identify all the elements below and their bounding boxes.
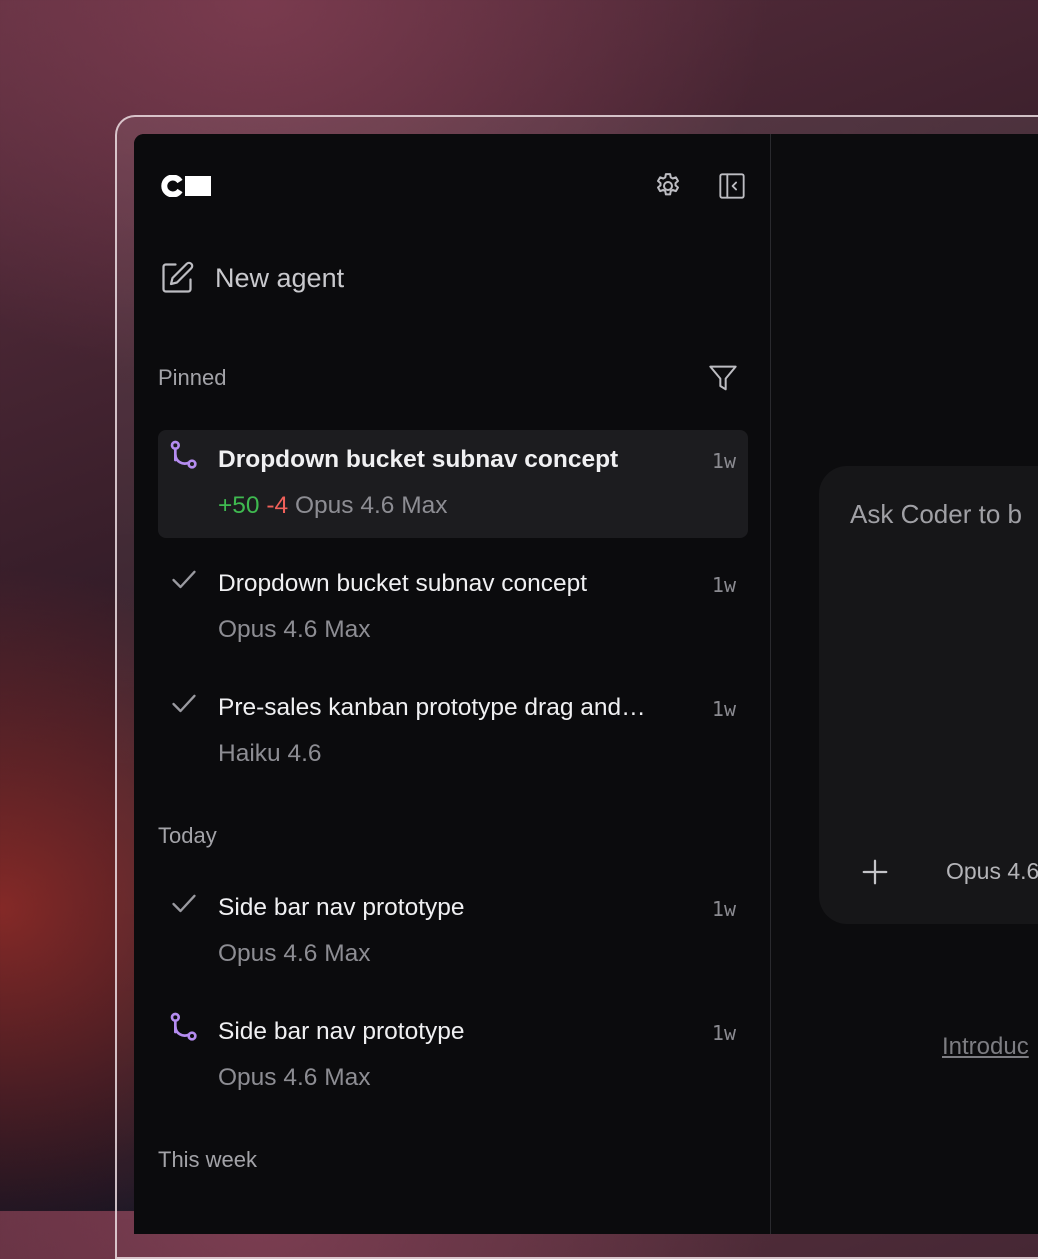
agent-item[interactable]: Side bar nav prototype 1w Opus 4.6 Max	[158, 878, 748, 986]
main-panel: Ask Coder to b Opus 4.6 Introduc	[771, 134, 1038, 1234]
agent-time: 1w	[711, 449, 736, 473]
section-today: Today	[158, 823, 217, 848]
settings-gear-icon[interactable]	[652, 170, 684, 202]
agent-model: Opus 4.6 Max	[218, 940, 371, 967]
app-window: New agent Pinned Dropdown bucket subnav …	[134, 134, 1038, 1234]
agent-item[interactable]: Side bar nav prototype 1w Opus 4.6 Max	[158, 1002, 748, 1110]
agent-item[interactable]: Pre-sales kanban prototype drag and… 1w …	[158, 678, 748, 786]
sidebar: New agent Pinned Dropdown bucket subnav …	[134, 134, 771, 1234]
agent-model: Opus 4.6 Max	[294, 492, 448, 519]
agent-item[interactable]: Dropdown bucket subnav concept 1w Opus 4…	[158, 554, 748, 662]
section-this-week: This week	[158, 1147, 258, 1172]
new-agent-button[interactable]: New agent	[159, 260, 344, 296]
agent-title: Dropdown bucket subnav concept	[218, 446, 619, 473]
agent-title: Dropdown bucket subnav concept	[218, 570, 588, 597]
agent-model: Haiku 4.6	[218, 740, 322, 767]
plus-icon	[862, 859, 888, 885]
agent-title: Pre-sales kanban prototype drag and…	[218, 694, 646, 721]
agent-meta: +50 -4 Opus 4.6 Max	[218, 492, 448, 520]
add-attachment-button[interactable]	[855, 852, 895, 892]
branch-icon	[168, 440, 200, 472]
agent-time: 1w	[711, 697, 736, 721]
agent-model: Opus 4.6 Max	[218, 616, 371, 643]
section-pinned: Pinned	[158, 365, 227, 390]
agent-time: 1w	[711, 573, 736, 597]
prompt-input[interactable]: Ask Coder to b	[850, 499, 1022, 530]
agent-time: 1w	[711, 1021, 736, 1045]
check-icon	[168, 688, 200, 720]
collapse-sidebar-icon[interactable]	[716, 170, 748, 202]
edit-icon	[162, 261, 194, 293]
filter-icon[interactable]	[707, 362, 739, 394]
new-agent-label: New agent	[215, 262, 345, 293]
intro-link[interactable]: Introduc	[942, 1033, 1029, 1061]
agent-item[interactable]: Dropdown bucket subnav concept 1w +50 -4…	[158, 430, 748, 538]
app-logo	[159, 174, 213, 198]
branch-icon	[168, 1012, 200, 1044]
agent-model: Opus 4.6 Max	[218, 1064, 371, 1091]
agent-title: Side bar nav prototype	[218, 894, 465, 921]
check-icon	[168, 888, 200, 920]
deletions-count: -4	[266, 492, 289, 519]
additions-count: +50	[218, 492, 260, 519]
agent-time: 1w	[711, 897, 736, 921]
check-icon	[168, 564, 200, 596]
agent-title: Side bar nav prototype	[218, 1018, 465, 1045]
model-selector[interactable]: Opus 4.6	[946, 858, 1038, 885]
prompt-box[interactable]: Ask Coder to b Opus 4.6	[819, 466, 1038, 924]
